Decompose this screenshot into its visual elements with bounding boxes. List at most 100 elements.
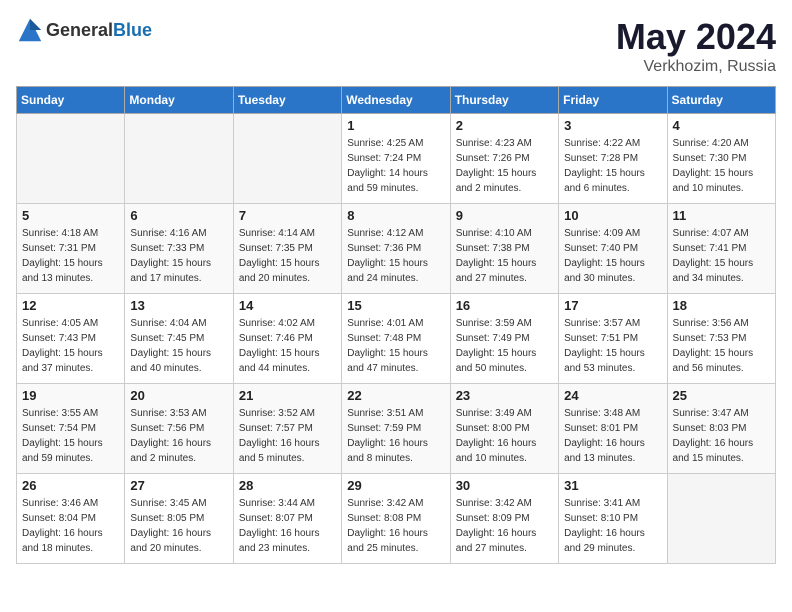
day-info: Sunrise: 3:56 AMSunset: 7:53 PMDaylight:… bbox=[673, 316, 770, 376]
day-cell-4: 4 Sunrise: 4:20 AMSunset: 7:30 PMDaylight… bbox=[667, 114, 775, 204]
day-info: Sunrise: 3:52 AMSunset: 7:57 PMDaylight:… bbox=[239, 406, 336, 466]
day-cell-27: 27Sunrise: 3:45 AMSunset: 8:05 PMDayligh… bbox=[125, 474, 233, 564]
day-info: Sunrise: 4:14 AMSunset: 7:35 PMDaylight:… bbox=[239, 226, 336, 286]
header-day-thursday: Thursday bbox=[450, 87, 558, 114]
day-cell-25: 25 Sunrise: 3:47 AMSunset: 8:03 PMDayligh… bbox=[667, 384, 775, 474]
day-cell-6: 6 Sunrise: 4:16 AMSunset: 7:33 PMDaylight… bbox=[125, 204, 233, 294]
day-info: Sunrise: 3:51 AMSunset: 7:59 PMDaylight:… bbox=[347, 406, 444, 466]
header-row: SundayMondayTuesdayWednesdayThursdayFrid… bbox=[17, 87, 776, 114]
day-cell-30: 30 Sunrise: 3:42 AMSunset: 8:09 PMDayligh… bbox=[450, 474, 558, 564]
week-row-1: 1 Sunrise: 4:25 AMSunset: 7:24 PMDaylight… bbox=[17, 114, 776, 204]
day-info: Sunrise: 3:48 AMSunset: 8:01 PMDaylight:… bbox=[564, 406, 661, 466]
day-cell-17: 17Sunrise: 3:57 AMSunset: 7:51 PMDayligh… bbox=[559, 294, 667, 384]
day-number: 31 bbox=[564, 478, 661, 493]
day-cell-23: 23Sunrise: 3:49 AMSunset: 8:00 PMDayligh… bbox=[450, 384, 558, 474]
day-cell-5: 5 Sunrise: 4:18 AMSunset: 7:31 PMDaylight… bbox=[17, 204, 125, 294]
page-header: GeneralBlue May 2024 Verkhozim, Russia bbox=[16, 16, 776, 76]
day-cell-12: 12Sunrise: 4:05 AMSunset: 7:43 PMDayligh… bbox=[17, 294, 125, 384]
day-cell-28: 28 Sunrise: 3:44 AMSunset: 8:07 PMDayligh… bbox=[233, 474, 341, 564]
week-row-5: 26 Sunrise: 3:46 AMSunset: 8:04 PMDayligh… bbox=[17, 474, 776, 564]
header-day-wednesday: Wednesday bbox=[342, 87, 450, 114]
day-number: 6 bbox=[130, 208, 227, 223]
day-number: 4 bbox=[673, 118, 770, 133]
day-cell-20: 20 Sunrise: 3:53 AMSunset: 7:56 PMDayligh… bbox=[125, 384, 233, 474]
header-day-friday: Friday bbox=[559, 87, 667, 114]
day-info: Sunrise: 3:47 AMSunset: 8:03 PMDaylight:… bbox=[673, 406, 770, 466]
day-number: 30 bbox=[456, 478, 553, 493]
logo-icon bbox=[16, 16, 44, 44]
day-cell-26: 26 Sunrise: 3:46 AMSunset: 8:04 PMDayligh… bbox=[17, 474, 125, 564]
day-number: 8 bbox=[347, 208, 444, 223]
day-cell-9: 9Sunrise: 4:10 AMSunset: 7:38 PMDaylight… bbox=[450, 204, 558, 294]
day-number: 14 bbox=[239, 298, 336, 313]
day-number: 5 bbox=[22, 208, 119, 223]
day-cell-24: 24 Sunrise: 3:48 AMSunset: 8:01 PMDayligh… bbox=[559, 384, 667, 474]
header-day-saturday: Saturday bbox=[667, 87, 775, 114]
day-info: Sunrise: 4:12 AMSunset: 7:36 PMDaylight:… bbox=[347, 226, 444, 286]
day-cell-7: 7 Sunrise: 4:14 AMSunset: 7:35 PMDaylight… bbox=[233, 204, 341, 294]
day-number: 20 bbox=[130, 388, 227, 403]
day-cell-15: 15 Sunrise: 4:01 AMSunset: 7:48 PMDayligh… bbox=[342, 294, 450, 384]
day-number: 23 bbox=[456, 388, 553, 403]
day-cell-31: 31 Sunrise: 3:41 AMSunset: 8:10 PMDayligh… bbox=[559, 474, 667, 564]
week-row-3: 12Sunrise: 4:05 AMSunset: 7:43 PMDayligh… bbox=[17, 294, 776, 384]
day-info: Sunrise: 3:44 AMSunset: 8:07 PMDaylight:… bbox=[239, 496, 336, 556]
day-cell-19: 19Sunrise: 3:55 AMSunset: 7:54 PMDayligh… bbox=[17, 384, 125, 474]
day-cell-2: 2 Sunrise: 4:23 AMSunset: 7:26 PMDaylight… bbox=[450, 114, 558, 204]
title-block: May 2024 Verkhozim, Russia bbox=[616, 16, 776, 76]
day-number: 21 bbox=[239, 388, 336, 403]
day-cell-18: 18 Sunrise: 3:56 AMSunset: 7:53 PMDayligh… bbox=[667, 294, 775, 384]
logo: GeneralBlue bbox=[16, 16, 152, 44]
day-cell-21: 21 Sunrise: 3:52 AMSunset: 7:57 PMDayligh… bbox=[233, 384, 341, 474]
day-info: Sunrise: 3:42 AMSunset: 8:09 PMDaylight:… bbox=[456, 496, 553, 556]
calendar-location: Verkhozim, Russia bbox=[616, 58, 776, 76]
day-number: 18 bbox=[673, 298, 770, 313]
empty-cell bbox=[125, 114, 233, 204]
day-number: 15 bbox=[347, 298, 444, 313]
day-cell-29: 29 Sunrise: 3:42 AMSunset: 8:08 PMDayligh… bbox=[342, 474, 450, 564]
day-number: 29 bbox=[347, 478, 444, 493]
day-cell-11: 11Sunrise: 4:07 AMSunset: 7:41 PMDayligh… bbox=[667, 204, 775, 294]
day-info: Sunrise: 4:18 AMSunset: 7:31 PMDaylight:… bbox=[22, 226, 119, 286]
day-info: Sunrise: 3:55 AMSunset: 7:54 PMDaylight:… bbox=[22, 406, 119, 466]
day-info: Sunrise: 4:23 AMSunset: 7:26 PMDaylight:… bbox=[456, 136, 553, 196]
calendar-title: May 2024 bbox=[616, 16, 776, 58]
day-number: 17 bbox=[564, 298, 661, 313]
day-info: Sunrise: 4:16 AMSunset: 7:33 PMDaylight:… bbox=[130, 226, 227, 286]
day-info: Sunrise: 3:46 AMSunset: 8:04 PMDaylight:… bbox=[22, 496, 119, 556]
day-info: Sunrise: 4:20 AMSunset: 7:30 PMDaylight:… bbox=[673, 136, 770, 196]
day-cell-22: 22 Sunrise: 3:51 AMSunset: 7:59 PMDayligh… bbox=[342, 384, 450, 474]
day-info: Sunrise: 3:53 AMSunset: 7:56 PMDaylight:… bbox=[130, 406, 227, 466]
day-info: Sunrise: 3:42 AMSunset: 8:08 PMDaylight:… bbox=[347, 496, 444, 556]
day-cell-13: 13Sunrise: 4:04 AMSunset: 7:45 PMDayligh… bbox=[125, 294, 233, 384]
week-row-2: 5 Sunrise: 4:18 AMSunset: 7:31 PMDaylight… bbox=[17, 204, 776, 294]
week-row-4: 19Sunrise: 3:55 AMSunset: 7:54 PMDayligh… bbox=[17, 384, 776, 474]
day-number: 25 bbox=[673, 388, 770, 403]
day-number: 3 bbox=[564, 118, 661, 133]
day-cell-10: 10Sunrise: 4:09 AMSunset: 7:40 PMDayligh… bbox=[559, 204, 667, 294]
day-number: 2 bbox=[456, 118, 553, 133]
calendar-table: SundayMondayTuesdayWednesdayThursdayFrid… bbox=[16, 86, 776, 564]
day-number: 24 bbox=[564, 388, 661, 403]
day-info: Sunrise: 4:25 AMSunset: 7:24 PMDaylight:… bbox=[347, 136, 444, 196]
day-number: 26 bbox=[22, 478, 119, 493]
day-info: Sunrise: 4:22 AMSunset: 7:28 PMDaylight:… bbox=[564, 136, 661, 196]
day-info: Sunrise: 4:01 AMSunset: 7:48 PMDaylight:… bbox=[347, 316, 444, 376]
day-info: Sunrise: 3:59 AMSunset: 7:49 PMDaylight:… bbox=[456, 316, 553, 376]
day-number: 28 bbox=[239, 478, 336, 493]
day-info: Sunrise: 4:02 AMSunset: 7:46 PMDaylight:… bbox=[239, 316, 336, 376]
day-cell-8: 8 Sunrise: 4:12 AMSunset: 7:36 PMDaylight… bbox=[342, 204, 450, 294]
logo-blue-text: Blue bbox=[113, 20, 152, 40]
day-number: 22 bbox=[347, 388, 444, 403]
day-cell-1: 1 Sunrise: 4:25 AMSunset: 7:24 PMDaylight… bbox=[342, 114, 450, 204]
empty-cell bbox=[233, 114, 341, 204]
day-number: 7 bbox=[239, 208, 336, 223]
day-cell-3: 3 Sunrise: 4:22 AMSunset: 7:28 PMDaylight… bbox=[559, 114, 667, 204]
logo-general-text: General bbox=[46, 20, 113, 40]
empty-cell bbox=[667, 474, 775, 564]
day-info: Sunrise: 3:41 AMSunset: 8:10 PMDaylight:… bbox=[564, 496, 661, 556]
day-cell-16: 16Sunrise: 3:59 AMSunset: 7:49 PMDayligh… bbox=[450, 294, 558, 384]
day-number: 9 bbox=[456, 208, 553, 223]
day-number: 1 bbox=[347, 118, 444, 133]
day-info: Sunrise: 4:09 AMSunset: 7:40 PMDaylight:… bbox=[564, 226, 661, 286]
